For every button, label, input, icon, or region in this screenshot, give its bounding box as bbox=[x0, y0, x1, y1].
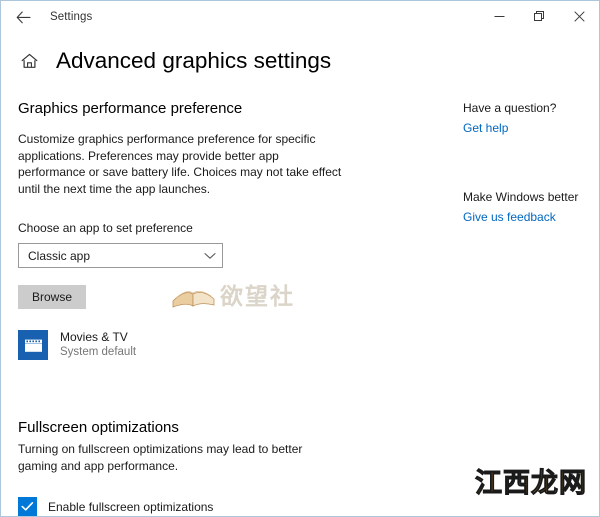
app-type-dropdown[interactable]: Classic app bbox=[18, 243, 223, 268]
browse-button[interactable]: Browse bbox=[18, 285, 86, 309]
movies-tv-icon bbox=[18, 330, 48, 360]
page-title: Advanced graphics settings bbox=[56, 47, 332, 73]
enable-fullscreen-checkbox[interactable] bbox=[18, 497, 37, 516]
back-button[interactable] bbox=[3, 2, 43, 32]
minimize-icon bbox=[494, 16, 504, 17]
fullscreen-description: Turning on fullscreen optimizations may … bbox=[18, 442, 303, 473]
app-type-value: Classic app bbox=[28, 248, 91, 263]
close-button[interactable] bbox=[559, 1, 599, 32]
enable-fullscreen-checkbox-row[interactable]: Enable fullscreen optimizations bbox=[18, 497, 243, 516]
enable-fullscreen-label: Enable fullscreen optimizations bbox=[48, 499, 214, 514]
restore-icon bbox=[533, 11, 544, 21]
back-arrow-icon bbox=[16, 10, 31, 23]
choose-app-label: Choose an app to set preference bbox=[18, 221, 193, 235]
page-header: Advanced graphics settings bbox=[1, 42, 599, 80]
home-glyph-icon bbox=[21, 53, 37, 68]
window-title: Settings bbox=[50, 11, 93, 23]
side-group-help: Have a question? Get help bbox=[463, 100, 599, 137]
graphics-performance-heading: Graphics performance preference bbox=[18, 100, 243, 117]
have-a-question-heading: Have a question? bbox=[463, 101, 557, 115]
app-status: System default bbox=[60, 346, 137, 358]
side-group-feedback: Make Windows better Give us feedback bbox=[463, 189, 599, 226]
main-column: Graphics performance preference Customiz… bbox=[18, 99, 358, 516]
fullscreen-heading: Fullscreen optimizations bbox=[18, 419, 179, 436]
minimize-button[interactable] bbox=[479, 1, 519, 32]
window-controls bbox=[479, 1, 599, 33]
app-entry-text: Movies & TV System default bbox=[60, 330, 136, 360]
graphics-performance-description: Customize graphics performance preferenc… bbox=[18, 132, 342, 196]
get-help-link[interactable]: Get help bbox=[463, 120, 508, 136]
make-windows-better-heading: Make Windows better bbox=[463, 190, 579, 204]
app-list-item[interactable]: Movies & TV System default bbox=[18, 328, 218, 362]
app-name: Movies & TV bbox=[60, 330, 128, 344]
chevron-down-icon bbox=[204, 252, 216, 260]
content-area: Graphics performance preference Customiz… bbox=[1, 80, 599, 516]
fullscreen-optimizations-section: Fullscreen optimizations Turning on full… bbox=[18, 418, 358, 516]
checkmark-icon bbox=[21, 502, 34, 511]
give-us-feedback-link[interactable]: Give us feedback bbox=[463, 209, 556, 225]
settings-window: Settings Advanced graphics settings Grap… bbox=[0, 0, 600, 517]
restore-button[interactable] bbox=[519, 1, 559, 32]
title-bar: Settings bbox=[1, 1, 599, 33]
close-icon bbox=[573, 11, 585, 22]
sidebar-links: Have a question? Get help Make Windows b… bbox=[463, 99, 599, 516]
home-icon[interactable] bbox=[18, 50, 40, 72]
